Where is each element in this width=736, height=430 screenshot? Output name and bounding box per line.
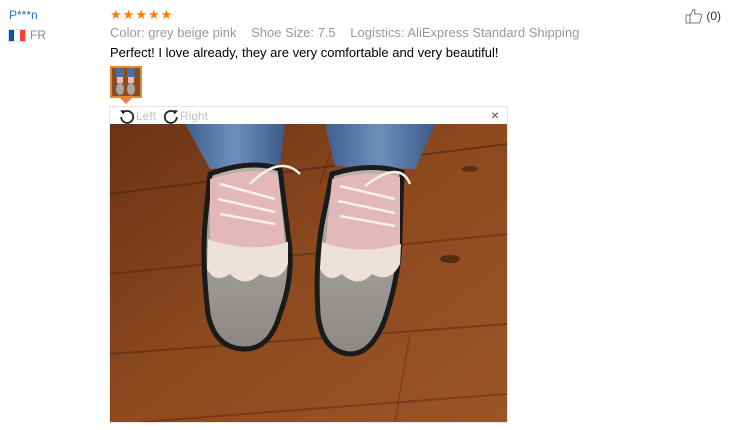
order-info: Color: grey beige pink Shoe Size: 7.5 Lo…: [110, 25, 670, 41]
close-icon[interactable]: ×: [491, 108, 499, 122]
rotate-right-icon: [163, 110, 178, 124]
color-info: Color: grey beige pink: [110, 25, 237, 40]
shoe-size-info: Shoe Size: 7.5: [251, 25, 336, 40]
star-icon: ★: [135, 7, 147, 22]
thumbs-up-icon: [685, 8, 703, 24]
helpful-count: (0): [706, 9, 721, 23]
rotate-right-button[interactable]: Right: [163, 108, 208, 124]
rotate-left-label: Left: [136, 109, 157, 123]
country-code: FR: [30, 28, 46, 42]
rotate-left-button[interactable]: Left: [119, 108, 156, 124]
review-body: ★ ★ ★ ★ ★ Color: grey beige pink Shoe Si…: [110, 8, 670, 61]
shoe-photo-image: [110, 124, 507, 422]
reviewer-name[interactable]: P***n: [9, 8, 46, 22]
review-photo-thumbnail[interactable]: [110, 66, 142, 98]
france-flag-icon: [9, 29, 25, 41]
logistics-info: Logistics: AliExpress Standard Shipping: [350, 25, 580, 40]
shoe-photo-thumbnail-image: [112, 68, 140, 96]
review-photo: [110, 124, 507, 422]
star-icon: ★: [147, 7, 160, 22]
reviewer-country: FR: [9, 28, 46, 42]
review-text: Perfect! I love already, they are very c…: [110, 45, 499, 60]
star-icon: ★: [122, 7, 135, 22]
reviewer-info: P***n FR: [9, 8, 46, 42]
star-rating: ★ ★ ★ ★ ★: [110, 8, 670, 22]
star-icon: ★: [160, 7, 173, 22]
thumbnail-pointer: [120, 98, 132, 104]
star-icon: ★: [110, 7, 122, 22]
helpful-button[interactable]: (0): [685, 8, 721, 24]
image-viewer: Left Right ×: [109, 106, 508, 423]
rotate-right-label: Right: [180, 109, 209, 123]
viewer-toolbar: Left Right ×: [110, 107, 507, 124]
rotate-left-icon: [120, 110, 135, 124]
